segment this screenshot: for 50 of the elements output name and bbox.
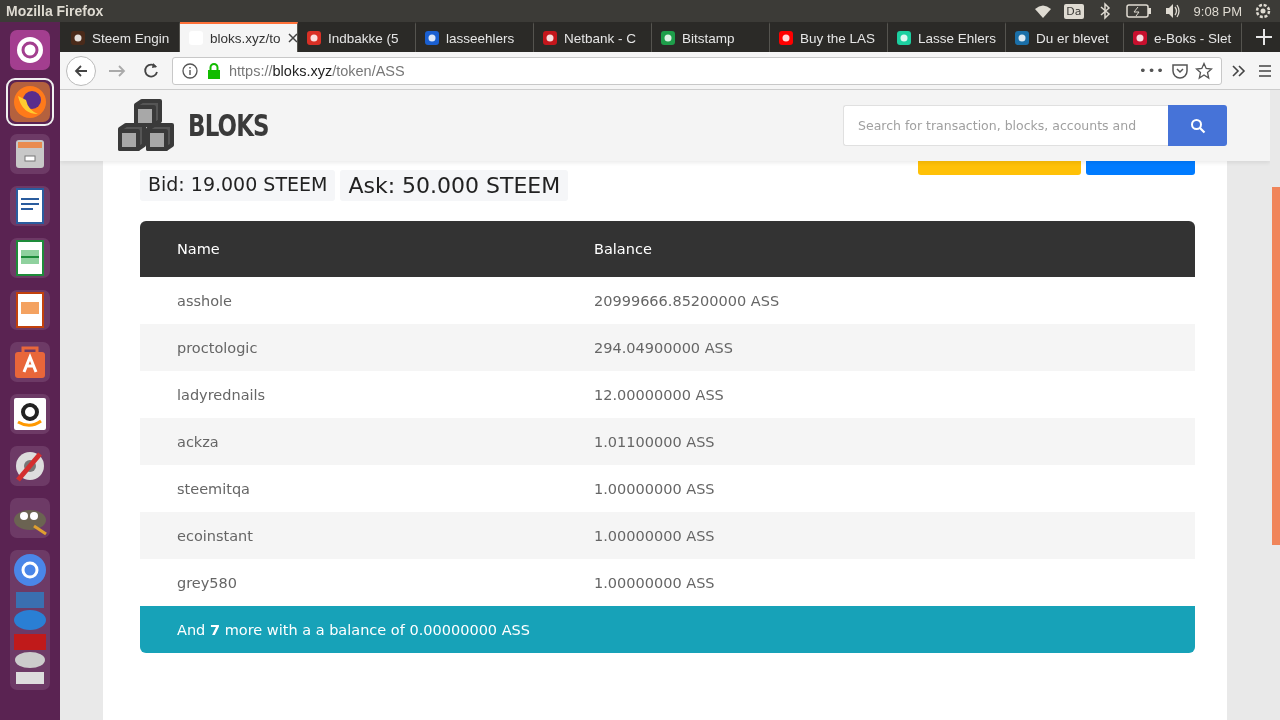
pocket-icon[interactable]: [1171, 61, 1189, 80]
table-cell-text: 294.04900000 ASS: [593, 339, 735, 356]
table-cell-text: ackza: [176, 433, 220, 450]
url-text: https://bloks.xyz/token/ASS: [229, 62, 405, 79]
price-tag: Bid: 19.000 STEEM: [140, 170, 336, 201]
battery-icon[interactable]: [1125, 4, 1152, 18]
table-cell-text: grey580: [176, 574, 239, 591]
spreadsheet-icon[interactable]: [8, 236, 52, 280]
back-button[interactable]: [66, 55, 96, 86]
firefox-icon[interactable]: [8, 80, 52, 124]
back-arrow-icon: [73, 62, 89, 79]
column-header: Name: [176, 241, 221, 257]
table-cell-text: proctologic: [176, 339, 259, 356]
browser-tab[interactable]: bloks.xyz/to: [180, 22, 298, 52]
summary-text: And 7 more with a a balance of 0.00000000 ASS: [177, 621, 531, 638]
table-cell-text: 1.00000000 ASS: [593, 574, 716, 591]
star-icon[interactable]: [1195, 61, 1213, 80]
table-cell-text: ladyrednails: [176, 386, 267, 403]
search-button[interactable]: [1168, 105, 1227, 146]
search-icon: [1189, 117, 1206, 134]
file-cabinet-icon[interactable]: [8, 132, 52, 176]
table-cell-text: 12.00000000 ASS: [593, 386, 725, 403]
presentation-icon[interactable]: [8, 288, 52, 332]
table-cell-text: asshole: [176, 292, 233, 309]
search-field[interactable]: Search for transaction, blocks, accounts and: [843, 105, 1168, 146]
scrollbar[interactable]: [1270, 90, 1280, 720]
table-cell-text: 1.00000000 ASS: [593, 527, 716, 544]
stacked-icons-drawing[interactable]: [8, 548, 52, 692]
clock[interactable]: 9:08 PM: [1193, 3, 1242, 19]
document-icon[interactable]: [8, 184, 52, 228]
table-cell-text: steemitqa: [176, 480, 251, 497]
close-icon[interactable]: [286, 32, 297, 44]
table-cell-text: 1.00000000 ASS: [593, 480, 716, 497]
shopping-bag-icon[interactable]: [8, 340, 52, 384]
column-header: Balance: [593, 241, 653, 257]
table-cell-text: 1.01100000 ASS: [593, 433, 716, 450]
site-logo-text[interactable]: BLOKS: [188, 108, 269, 143]
info-icon[interactable]: [181, 61, 199, 80]
price-tag: Ask: 50.000 STEEM: [340, 170, 569, 201]
lock-icon: [205, 61, 223, 80]
keyboard-indicator[interactable]: Da: [1064, 3, 1084, 19]
address-bar[interactable]: https://bloks.xyz/token/ASS •••: [172, 56, 1222, 85]
mascot-icon[interactable]: [8, 496, 52, 540]
table-cell-text: ecoinstant: [176, 527, 254, 544]
table-cell-text: 20999666.85200000 ASS: [593, 292, 781, 309]
power-gear-icon[interactable]: [1254, 2, 1272, 20]
ubuntu-logo-icon[interactable]: [8, 28, 52, 72]
volume-icon[interactable]: [1163, 2, 1182, 20]
window-title: Mozilla Firefox: [6, 3, 104, 19]
page-actions-button[interactable]: •••: [1139, 63, 1165, 78]
